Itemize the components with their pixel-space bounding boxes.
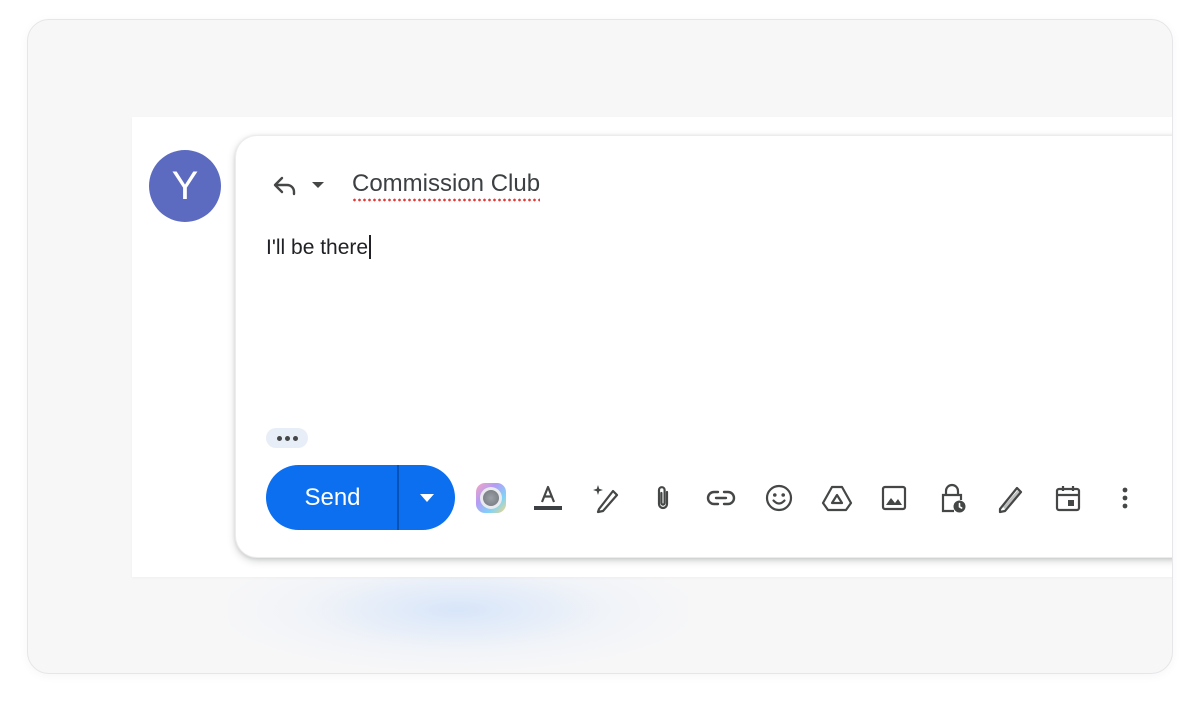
reply-icon[interactable] <box>269 170 299 200</box>
schedule-event-icon[interactable] <box>1050 480 1086 516</box>
link-icon[interactable] <box>703 480 739 516</box>
avatar[interactable]: Y <box>149 150 221 222</box>
drive-icon[interactable] <box>819 480 855 516</box>
show-trimmed-content-button[interactable] <box>266 428 308 448</box>
screenshot-frame: Y Commission Club I'll be there Send <box>27 19 1173 674</box>
message-body[interactable]: I'll be there <box>266 235 371 260</box>
send-options-button[interactable] <box>399 465 455 530</box>
reply-compose-box: Commission Club I'll be there Send <box>235 135 1172 558</box>
avatar-letter: Y <box>171 163 199 208</box>
confidential-mode-icon[interactable] <box>934 480 970 516</box>
send-button[interactable]: Send <box>266 465 397 530</box>
attach-icon[interactable] <box>645 480 681 516</box>
emoji-icon[interactable] <box>761 480 797 516</box>
gemini-icon[interactable] <box>473 480 509 516</box>
message-body-text: I'll be there <box>266 236 369 259</box>
send-button-group: Send <box>266 465 455 530</box>
subject-text[interactable]: Commission Club <box>352 170 541 202</box>
signature-icon[interactable] <box>992 480 1028 516</box>
photo-icon[interactable] <box>876 480 912 516</box>
more-options-icon[interactable] <box>1107 480 1143 516</box>
help-me-write-icon[interactable] <box>588 480 624 516</box>
text-cursor <box>369 235 371 259</box>
reply-type-dropdown-icon[interactable] <box>310 178 326 192</box>
text-format-icon[interactable] <box>530 480 566 516</box>
chevron-down-icon <box>420 493 434 502</box>
